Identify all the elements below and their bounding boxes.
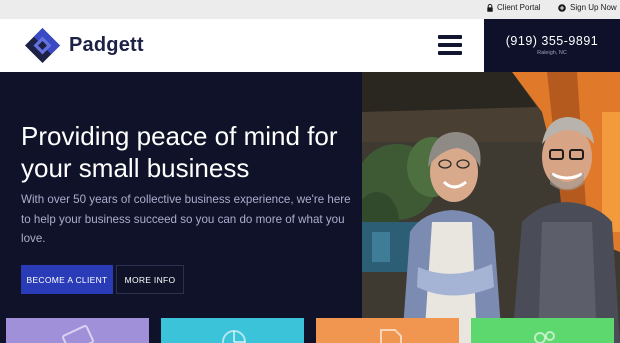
client-portal-label: Client Portal [497, 3, 541, 12]
hero-photo [362, 72, 620, 343]
service-tile-card[interactable] [6, 318, 149, 343]
phone-contact[interactable]: (919) 355-9891 Raleigh, NC [484, 19, 620, 72]
service-tile-people[interactable] [471, 318, 614, 343]
client-portal-link[interactable]: Client Portal [487, 3, 541, 12]
brand-logo[interactable]: Padgett [24, 27, 144, 64]
site-header: Padgett (919) 355-9891 Raleigh, NC [0, 19, 620, 72]
pie-chart-icon [222, 330, 246, 343]
service-tile-document[interactable] [316, 318, 459, 343]
people-icon [534, 331, 555, 343]
more-info-button[interactable]: MORE INFO [116, 265, 184, 294]
utility-bar: Client Portal Sign Up Now [0, 0, 620, 19]
phone-number[interactable]: (919) 355-9891 [484, 34, 620, 48]
hamburger-menu-icon[interactable] [438, 35, 462, 55]
sign-up-label: Sign Up Now [570, 3, 617, 12]
plus-circle-icon [558, 3, 566, 12]
diamond-logo-icon [25, 28, 60, 63]
become-client-button[interactable]: BECOME A CLIENT [21, 265, 113, 294]
service-tile-chart[interactable] [161, 318, 304, 343]
card-icon [62, 325, 94, 343]
hero-title: Providing peace of mind for your small b… [21, 121, 338, 183]
document-icon [380, 329, 402, 343]
sign-up-link[interactable]: Sign Up Now [558, 3, 617, 12]
hero-section: Providing peace of mind for your small b… [0, 72, 620, 343]
hero-description: With over 50 years of collective busines… [21, 193, 351, 245]
location-text: Raleigh, NC [537, 50, 567, 56]
brand-name: Padgett [69, 34, 144, 56]
lock-icon [487, 3, 493, 12]
